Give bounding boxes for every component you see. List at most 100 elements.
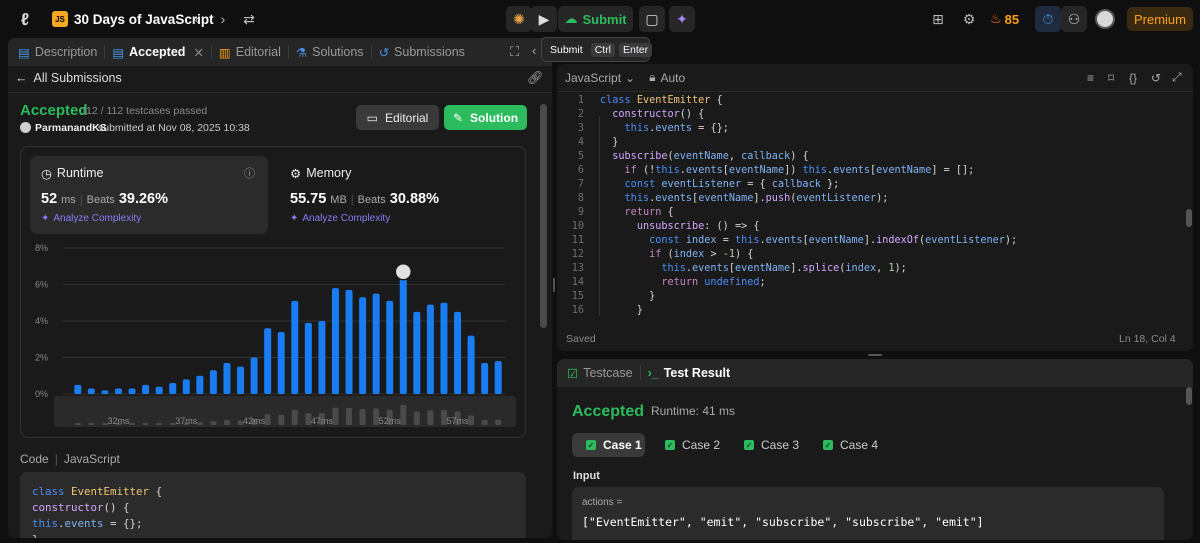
note-icon[interactable]: ▢ [639,6,665,32]
analyze-complexity-link[interactable]: ✦ Analyze Complexity [290,213,390,224]
editor-scrollbar[interactable] [1186,209,1192,227]
tab-submissions[interactable]: ↺ Submissions [372,38,472,66]
tab-testcase[interactable]: ☑ Testcase [557,359,640,387]
line-code: this.events[eventName].splice(index, 1); [661,263,907,274]
code-line[interactable]: 6 if (!this.events[eventName]) this.even… [557,165,974,179]
left-panel: ▤ Description ▤ Accepted ✕ ▥ Editorial ⚗ Solu… [8,38,552,538]
run-icon[interactable]: ▶ [531,6,557,32]
prev-question-icon[interactable]: ‹ [184,6,210,32]
tab-description[interactable]: ▤ Description [8,38,104,66]
overview-bar [359,409,366,425]
case-1-tab[interactable]: ✓ Case 1 [572,433,645,457]
code-line: constructor() { [32,501,130,514]
shuffle-icon[interactable]: ⇄ [236,6,262,32]
streak-counter[interactable]: ♨ 85 [990,8,1019,30]
code-line[interactable]: 9 return { [557,207,674,221]
submit-button[interactable]: ☁ Submit [558,6,633,32]
input-var-value[interactable]: ["EventEmitter", "emit", "subscribe", "s… [582,515,984,529]
user-avatar[interactable] [1095,9,1115,29]
timer-icon[interactable]: ⏱ [1035,6,1061,32]
premium-button[interactable]: Premium [1127,7,1193,31]
distribution-bar [277,331,285,394]
distribution-bar [399,271,407,394]
distribution-bar [114,388,122,394]
line-number: 12 [571,249,584,260]
result-scrollbar[interactable] [1186,387,1192,405]
overview-bar [481,419,488,425]
line-number: 6 [577,165,584,176]
fullscreen-icon[interactable]: ⤢ [1172,70,1182,85]
line-code: return { [624,207,674,218]
code-line[interactable]: 15 } [557,291,655,305]
code-line[interactable]: 8 this.events[eventName].push(eventListe… [557,193,889,207]
share-link-icon[interactable]: 🔗︎ [527,70,544,86]
overview-tick-label: 52ms [379,416,402,426]
code-line: } [32,532,514,538]
info-icon[interactable]: ⓘ [244,165,255,181]
bookmark-icon[interactable]: ⌑ [1108,71,1114,85]
chip-icon: ⚙ [290,167,302,181]
next-question-icon[interactable]: › [210,6,236,32]
distribution-bar [291,300,299,394]
case-3-tab[interactable]: ✓ Case 3 [730,433,803,457]
analyze-complexity-link[interactable]: ✦ Analyze Complexity [41,213,141,224]
case-2-tab[interactable]: ✓ Case 2 [651,433,724,457]
close-tab-icon[interactable]: ✕ [193,45,203,60]
leetcode-logo-icon[interactable]: ℓ [14,9,36,31]
layout-grid-icon[interactable]: ⊞ [925,6,951,32]
label-divider: | [54,452,58,466]
code-line[interactable]: 10 unsubscribe: () => { [557,221,760,235]
line-code: const eventListener = { callback }; [624,179,840,190]
tab-solutions[interactable]: ⚗ Solutions [289,38,371,66]
tab-test-result[interactable]: ›_ Test Result [641,359,738,387]
line-number: 7 [577,179,584,190]
left-scrollbar[interactable] [540,104,547,328]
code-line[interactable]: 14 return undefined; [557,277,766,291]
language-select[interactable]: JavaScript ⌄ [565,71,635,85]
chevron-down-icon: ⌄ [625,70,636,85]
distribution-bar [87,388,95,394]
code-line[interactable]: 1 class EventEmitter { [557,95,723,109]
case-4-tab[interactable]: ✓ Case 4 [809,433,882,457]
code-line[interactable]: 12 if (index > -1) { [557,249,754,263]
overview-tick-label: 32ms [107,416,130,426]
line-number: 1 [577,95,584,106]
code-line[interactable]: 13 this.events[eventName].splice(index, … [557,263,907,277]
code-line[interactable]: 11 const index = this.events[eventName].… [557,235,1017,249]
vertical-resize-handle[interactable] [553,278,555,292]
braces-icon[interactable]: {} [1129,71,1137,85]
editorial-button[interactable]: ▭ Editorial [356,105,439,130]
tab-accepted[interactable]: ▤ Accepted ✕ [105,38,211,66]
input-box: actions = ["EventEmitter", "emit", "subs… [572,487,1164,540]
memory-card[interactable]: ⚙ Memory 55.75 MB | Beats 30.88% ✦ Analyze… [279,156,517,234]
submitter-name[interactable]: ParmanandKS [35,122,107,134]
overview-bar [332,407,339,425]
overview-bar [223,419,230,425]
overview-bar [129,423,136,425]
code-line[interactable]: 3 this.events = {}; [557,123,729,137]
distribution-bar [454,311,462,394]
solution-button[interactable]: ✎ Solution [444,105,527,130]
code-line[interactable]: 5 subscribe(eventName, callback) { [557,151,809,165]
check-icon: ✓ [665,440,675,450]
mode-label[interactable]: Auto [660,71,685,85]
reset-icon[interactable]: ↺ [1151,71,1161,85]
settings-gear-icon[interactable]: ⚙ [956,6,982,32]
code-line[interactable]: 4 } [557,137,619,151]
code-line[interactable]: 2 constructor() { [557,109,704,123]
format-icon[interactable]: ≡ [1087,71,1094,85]
debug-icon[interactable]: ✺ [506,6,532,32]
horizontal-resize-handle[interactable] [868,354,882,356]
runtime-card[interactable]: ◷ Runtime ⓘ 52 ms | Beats 39.26% ✦ Analyze… [30,156,268,234]
add-friend-icon[interactable]: ⚇ [1061,6,1087,32]
back-to-submissions-link[interactable]: ← All Submissions [15,71,122,85]
ai-sparkle-icon[interactable]: ✦ [669,6,695,32]
overview-bar [427,410,434,425]
tab-editorial[interactable]: ▥ Editorial [212,38,288,66]
collapse-panel-icon[interactable]: ‹ [532,43,536,58]
runtime-distribution-chart[interactable]: 8%6%4%2%0%32ms37ms42ms47ms52ms57ms32ms37… [21,243,525,428]
edit-icon: ✎ [452,110,464,125]
code-lines[interactable]: 1 class EventEmitter {2 constructor() {3 … [557,95,1177,323]
distribution-bar [413,311,421,394]
maximize-icon[interactable]: ⛶ [510,44,519,60]
